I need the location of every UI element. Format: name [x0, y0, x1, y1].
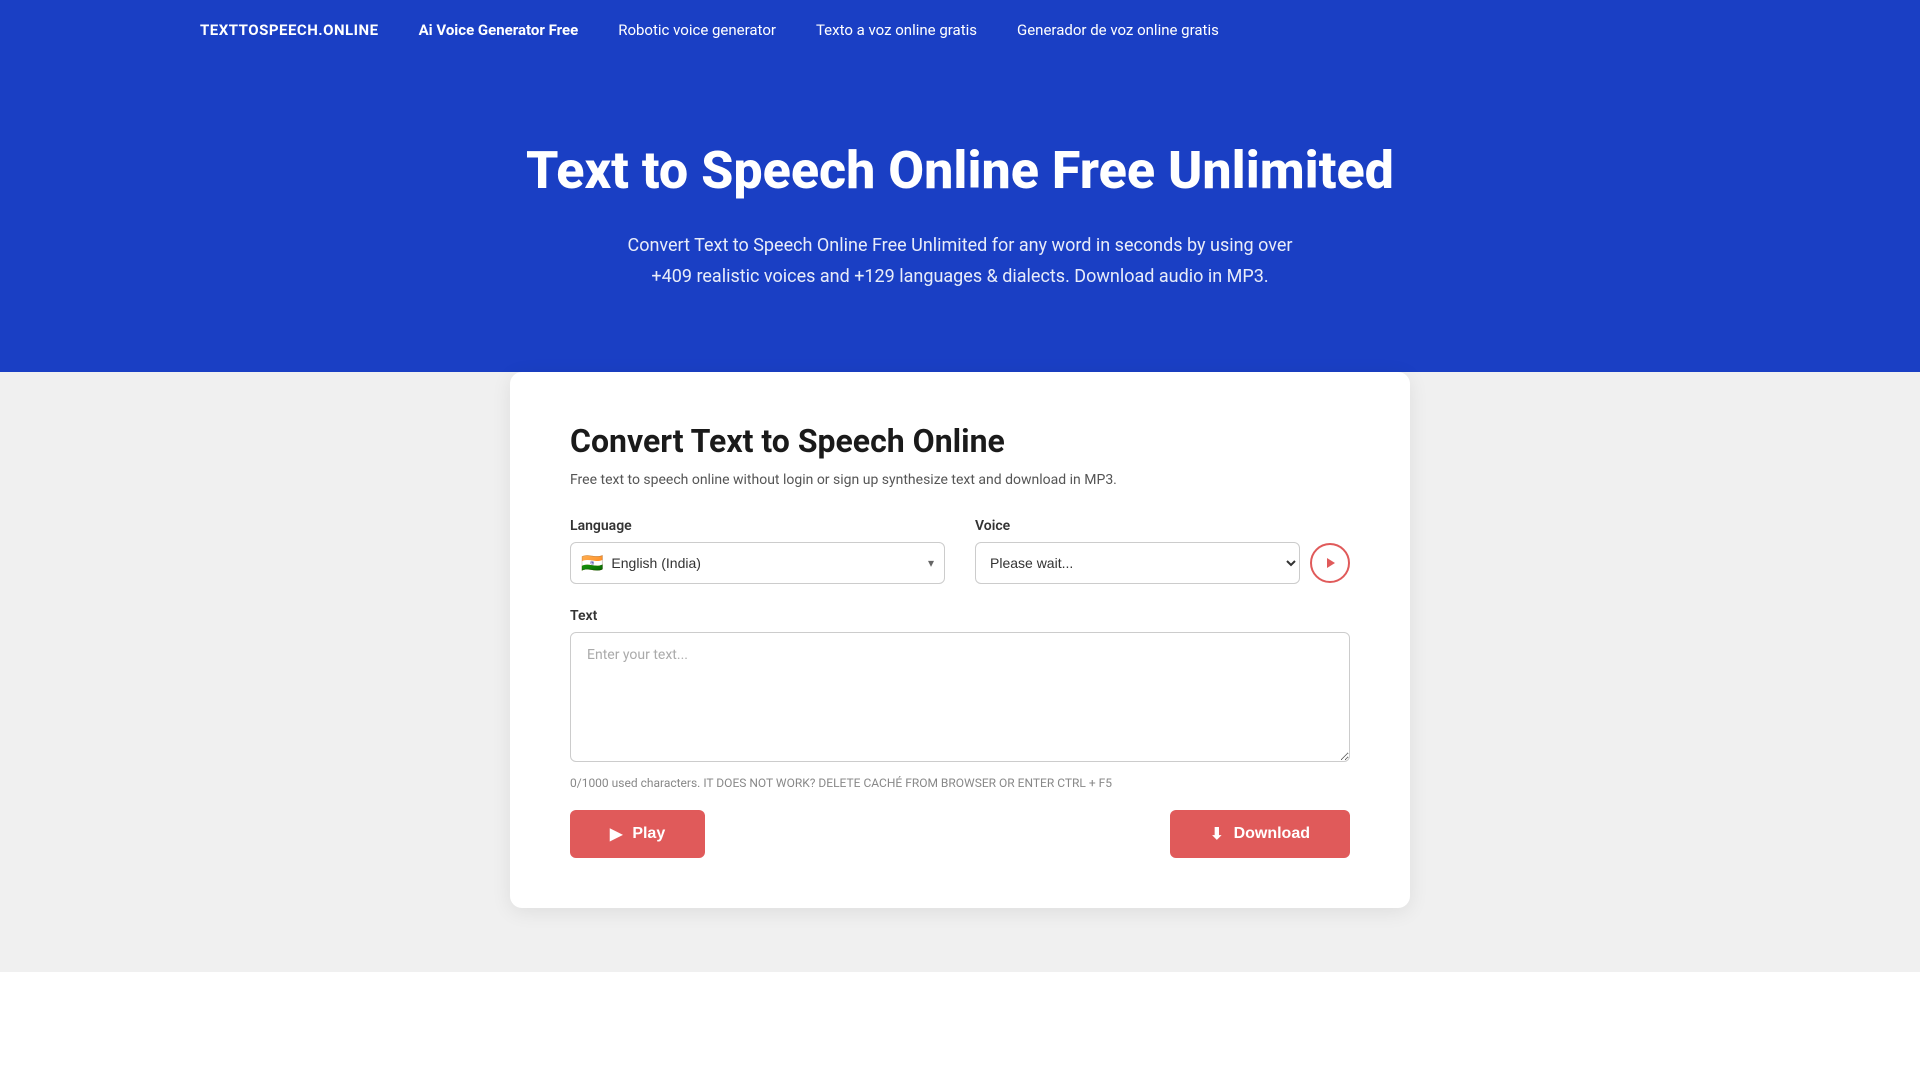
- language-group: Language 🇮🇳 English (India) English (US)…: [570, 518, 945, 584]
- language-voice-row: Language 🇮🇳 English (India) English (US)…: [570, 518, 1350, 584]
- voice-select-wrapper: Please wait...: [975, 542, 1350, 584]
- converter-card: Convert Text to Speech Online Free text …: [510, 372, 1410, 908]
- hero-title: Text to Speech Online Free Unlimited: [200, 140, 1720, 201]
- chevron-down-icon: ▾: [928, 556, 934, 570]
- download-button-label: Download: [1234, 825, 1310, 843]
- char-counter: 0/1000 used characters. IT DOES NOT WORK…: [570, 776, 1350, 790]
- card-description: Free text to speech online without login…: [570, 472, 1350, 488]
- voice-preview-button[interactable]: [1310, 543, 1350, 583]
- nav-link-ai-voice[interactable]: Ai Voice Generator Free: [419, 21, 579, 39]
- flag-icon: 🇮🇳: [581, 553, 603, 574]
- play-button-icon: ▶: [610, 824, 622, 844]
- text-input[interactable]: [570, 632, 1350, 762]
- nav-link-generador[interactable]: Generador de voz online gratis: [1017, 21, 1219, 39]
- voice-group: Voice Please wait...: [975, 518, 1350, 584]
- language-label: Language: [570, 518, 945, 534]
- download-button-icon: ⬇: [1210, 824, 1223, 844]
- play-circle-icon: [1322, 555, 1338, 571]
- main-content: Convert Text to Speech Online Free text …: [0, 372, 1920, 972]
- voice-label: Voice: [975, 518, 1350, 534]
- nav-brand[interactable]: TEXTTOSPEECH.ONLINE: [200, 21, 379, 39]
- nav-link-robotic[interactable]: Robotic voice generator: [618, 21, 776, 39]
- hero-subtitle: Convert Text to Speech Online Free Unlim…: [610, 231, 1310, 292]
- language-select-wrapper[interactable]: 🇮🇳 English (India) English (US) English …: [570, 542, 945, 584]
- voice-select[interactable]: Please wait...: [975, 542, 1300, 584]
- navbar: TEXTTOSPEECH.ONLINE Ai Voice Generator F…: [0, 0, 1920, 60]
- buttons-row: ▶ Play ⬇ Download: [570, 810, 1350, 858]
- download-button[interactable]: ⬇ Download: [1170, 810, 1350, 858]
- play-button[interactable]: ▶ Play: [570, 810, 705, 858]
- play-button-label: Play: [632, 825, 665, 843]
- card-title: Convert Text to Speech Online: [570, 422, 1350, 460]
- text-section: Text: [570, 608, 1350, 766]
- nav-link-texto[interactable]: Texto a voz online gratis: [816, 21, 977, 39]
- text-label: Text: [570, 608, 1350, 624]
- language-select[interactable]: English (India) English (US) English (UK…: [611, 555, 920, 571]
